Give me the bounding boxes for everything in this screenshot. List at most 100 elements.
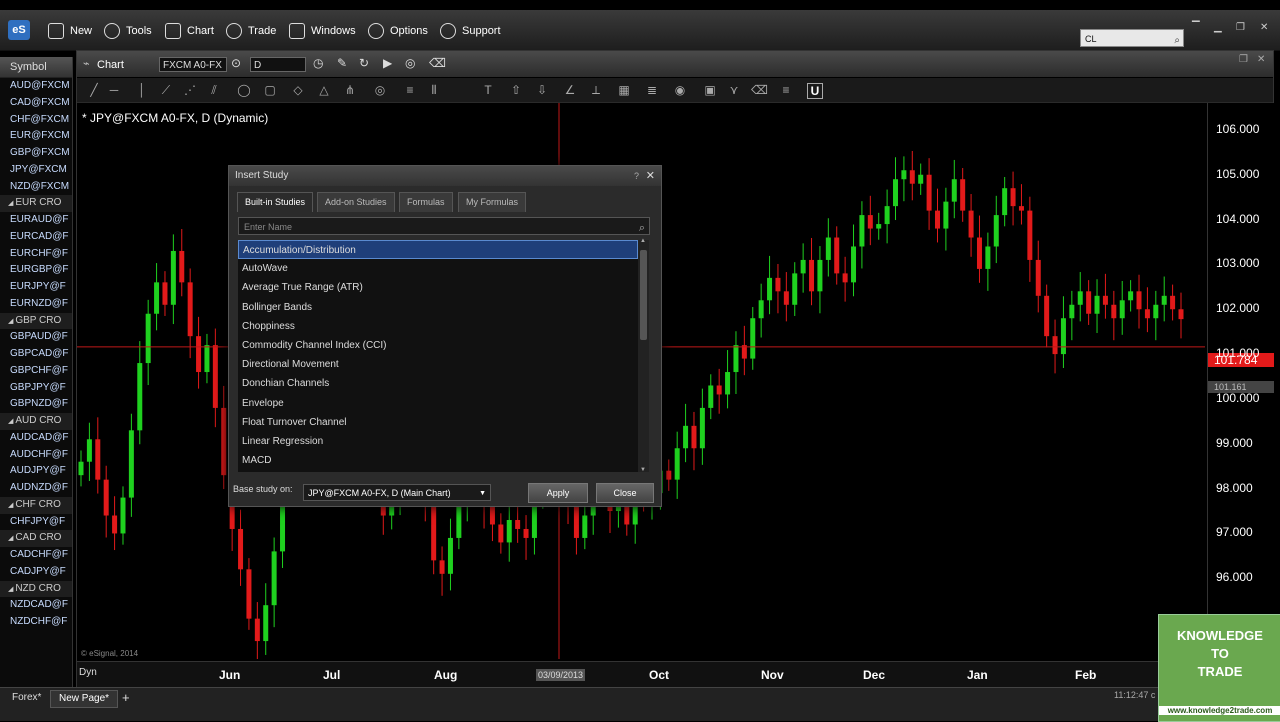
zigzag-tool-icon[interactable]: ⋎ [727,83,741,97]
fib-tool-icon[interactable]: ⫽ [207,83,221,97]
symbol-item[interactable]: CHF@FXCM [0,112,72,129]
study-item[interactable]: Envelope [238,394,638,413]
gann-tool-icon[interactable]: ≡ [403,83,417,97]
tab-built-in-studies[interactable]: Built-in Studies [237,192,314,212]
layers-tool-icon[interactable]: ≡ [779,83,793,97]
cycle-tool-icon[interactable]: ◎ [373,83,387,97]
chart-restore-icon[interactable]: ❐ [1239,54,1248,65]
study-item[interactable]: Choppiness [238,317,638,336]
regression-tool-icon[interactable]: ≣ [645,83,659,97]
ellipse-tool-icon[interactable]: ◯ [237,83,251,97]
price-axis[interactable]: 101.784 101.161 106.000 105.000 104.000 103… [1207,103,1274,659]
line-tool-icon[interactable]: ╱ [87,83,101,97]
symbol-item[interactable]: EURNZD@F [0,296,72,313]
symbol-item[interactable]: CAD@FXCM [0,95,72,112]
search-chart-icon[interactable]: ◎ [405,56,415,70]
base-study-select[interactable]: JPY@FXCM A0-FX, D (Main Chart) ▼ [303,484,491,501]
symbol-item[interactable]: EURCHF@F [0,246,72,263]
symbol-group[interactable]: ◢ NZD CRO [0,580,72,598]
menu-tools[interactable]: Tools [104,20,152,42]
help-icon[interactable]: ? [634,166,639,186]
study-item[interactable]: Linear Regression [238,432,638,451]
symbol-item[interactable]: NZD@FXCM [0,179,72,196]
symbol-item[interactable]: AUDCHF@F [0,447,72,464]
symbol-item[interactable]: EURAUD@F [0,212,72,229]
tab-formulas[interactable]: Formulas [399,192,453,212]
triangle-tool-icon[interactable]: △ [317,83,331,97]
menu-new[interactable]: New [48,20,92,42]
symbol-item[interactable]: GBPCHF@F [0,363,72,380]
magnet-icon[interactable]: U [807,83,823,99]
symbol-item[interactable]: AUDJPY@F [0,463,72,480]
symbol-item[interactable]: GBP@FXCM [0,145,72,162]
refresh-icon[interactable]: ↻ [359,56,369,70]
trendline-tool-icon[interactable]: ⟋ [159,83,173,97]
cycle2-tool-icon[interactable]: ◉ [673,83,687,97]
symbol-item[interactable]: EUR@FXCM [0,128,72,145]
eraser-icon[interactable]: ⌫ [429,56,446,70]
symbol-item[interactable]: GBPNZD@F [0,396,72,413]
study-item[interactable]: Donchian Channels [238,374,638,393]
search-icon[interactable]: ⌕ [1174,32,1180,50]
grid-tool-icon[interactable]: ▦ [617,83,631,97]
scrollbar-thumb[interactable] [640,250,647,340]
arrow-up-tool-icon[interactable]: ⇧ [509,83,523,97]
add-page-icon[interactable]: + [114,690,138,706]
angle-tool-icon[interactable]: ∠ [563,83,577,97]
symbol-item[interactable]: AUD@FXCM [0,78,72,95]
vline-tool-icon[interactable]: │ [135,83,149,97]
play-icon[interactable]: ▶ [383,56,392,70]
menu-windows[interactable]: Windows [289,20,356,42]
chart-close-icon[interactable]: ✕ [1257,54,1265,65]
pencil-icon[interactable]: ✎ [337,56,347,70]
symbol-item[interactable]: AUDNZD@F [0,480,72,497]
pitchfork-tool-icon[interactable]: ⋔ [343,83,357,97]
clock-icon[interactable]: ◷ [313,56,323,70]
close-button[interactable]: Close [596,483,654,503]
box-tool-icon[interactable]: ▣ [703,83,717,97]
symbol-search-input[interactable]: CL ⌕ [1080,29,1184,47]
symbol-group[interactable]: ◢ CAD CRO [0,530,72,547]
arrow-down-tool-icon[interactable]: ⇩ [535,83,549,97]
symbol-item[interactable]: GBPJPY@F [0,380,72,397]
symbol-item[interactable]: EURJPY@F [0,279,72,296]
restore-icon[interactable]: ❐ [1236,22,1245,33]
study-item[interactable]: Bollinger Bands [238,298,638,317]
study-item[interactable]: Commodity Channel Index (CCI) [238,336,638,355]
study-search-input[interactable]: Enter Name ⌕ [238,217,650,235]
menu-chart[interactable]: Chart [165,20,214,42]
menu-support[interactable]: Support [440,20,501,42]
link-icon[interactable]: ⊙ [231,56,241,70]
symbol-item[interactable]: AUDCAD@F [0,430,72,447]
search-icon[interactable]: ⌕ [639,219,645,237]
symbol-select[interactable]: FXCM A0-FX [159,57,227,72]
study-item[interactable]: Directional Movement [238,355,638,374]
speed-tool-icon[interactable]: ⟂ [589,83,603,97]
menu-trade[interactable]: Trade [226,20,276,42]
symbol-group[interactable]: ◢ EUR CRO [0,195,72,212]
study-item[interactable]: AutoWave [238,259,638,278]
hline-tool-icon[interactable]: ─ [107,83,121,97]
symbol-item[interactable]: CHFJPY@F [0,514,72,531]
symbol-item[interactable]: JPY@FXCM [0,162,72,179]
tab-new-page[interactable]: New Page* [50,690,119,708]
tab-forex[interactable]: Forex* [4,690,49,706]
symbol-column-header[interactable]: Symbol [0,57,72,78]
bars-tool-icon[interactable]: ⦀ [427,83,441,97]
dialog-close-icon[interactable]: ✕ [646,166,655,186]
symbol-item[interactable]: NZDCAD@F [0,597,72,614]
study-item[interactable]: Float Turnover Channel [238,413,638,432]
dyn-label[interactable]: Dyn [79,667,97,678]
tab-add-on-studies[interactable]: Add-on Studies [317,192,395,212]
symbol-item[interactable]: NZDCHF@F [0,614,72,631]
eraser-tool-icon[interactable]: ⌫ [751,83,768,97]
apply-button[interactable]: Apply [528,483,588,503]
symbol-group[interactable]: ◢ CHF CRO [0,496,72,514]
diamond-tool-icon[interactable]: ◇ [291,83,305,97]
pin-icon[interactable]: ▔ [1192,22,1200,33]
scroll-down-icon[interactable]: ▼ [640,467,646,473]
text-tool-icon[interactable]: T [481,83,495,97]
symbol-item[interactable]: GBPCAD@F [0,346,72,363]
symbol-group[interactable]: ◢ GBP CRO [0,312,72,330]
channel-tool-icon[interactable]: ⋰ [183,83,197,97]
